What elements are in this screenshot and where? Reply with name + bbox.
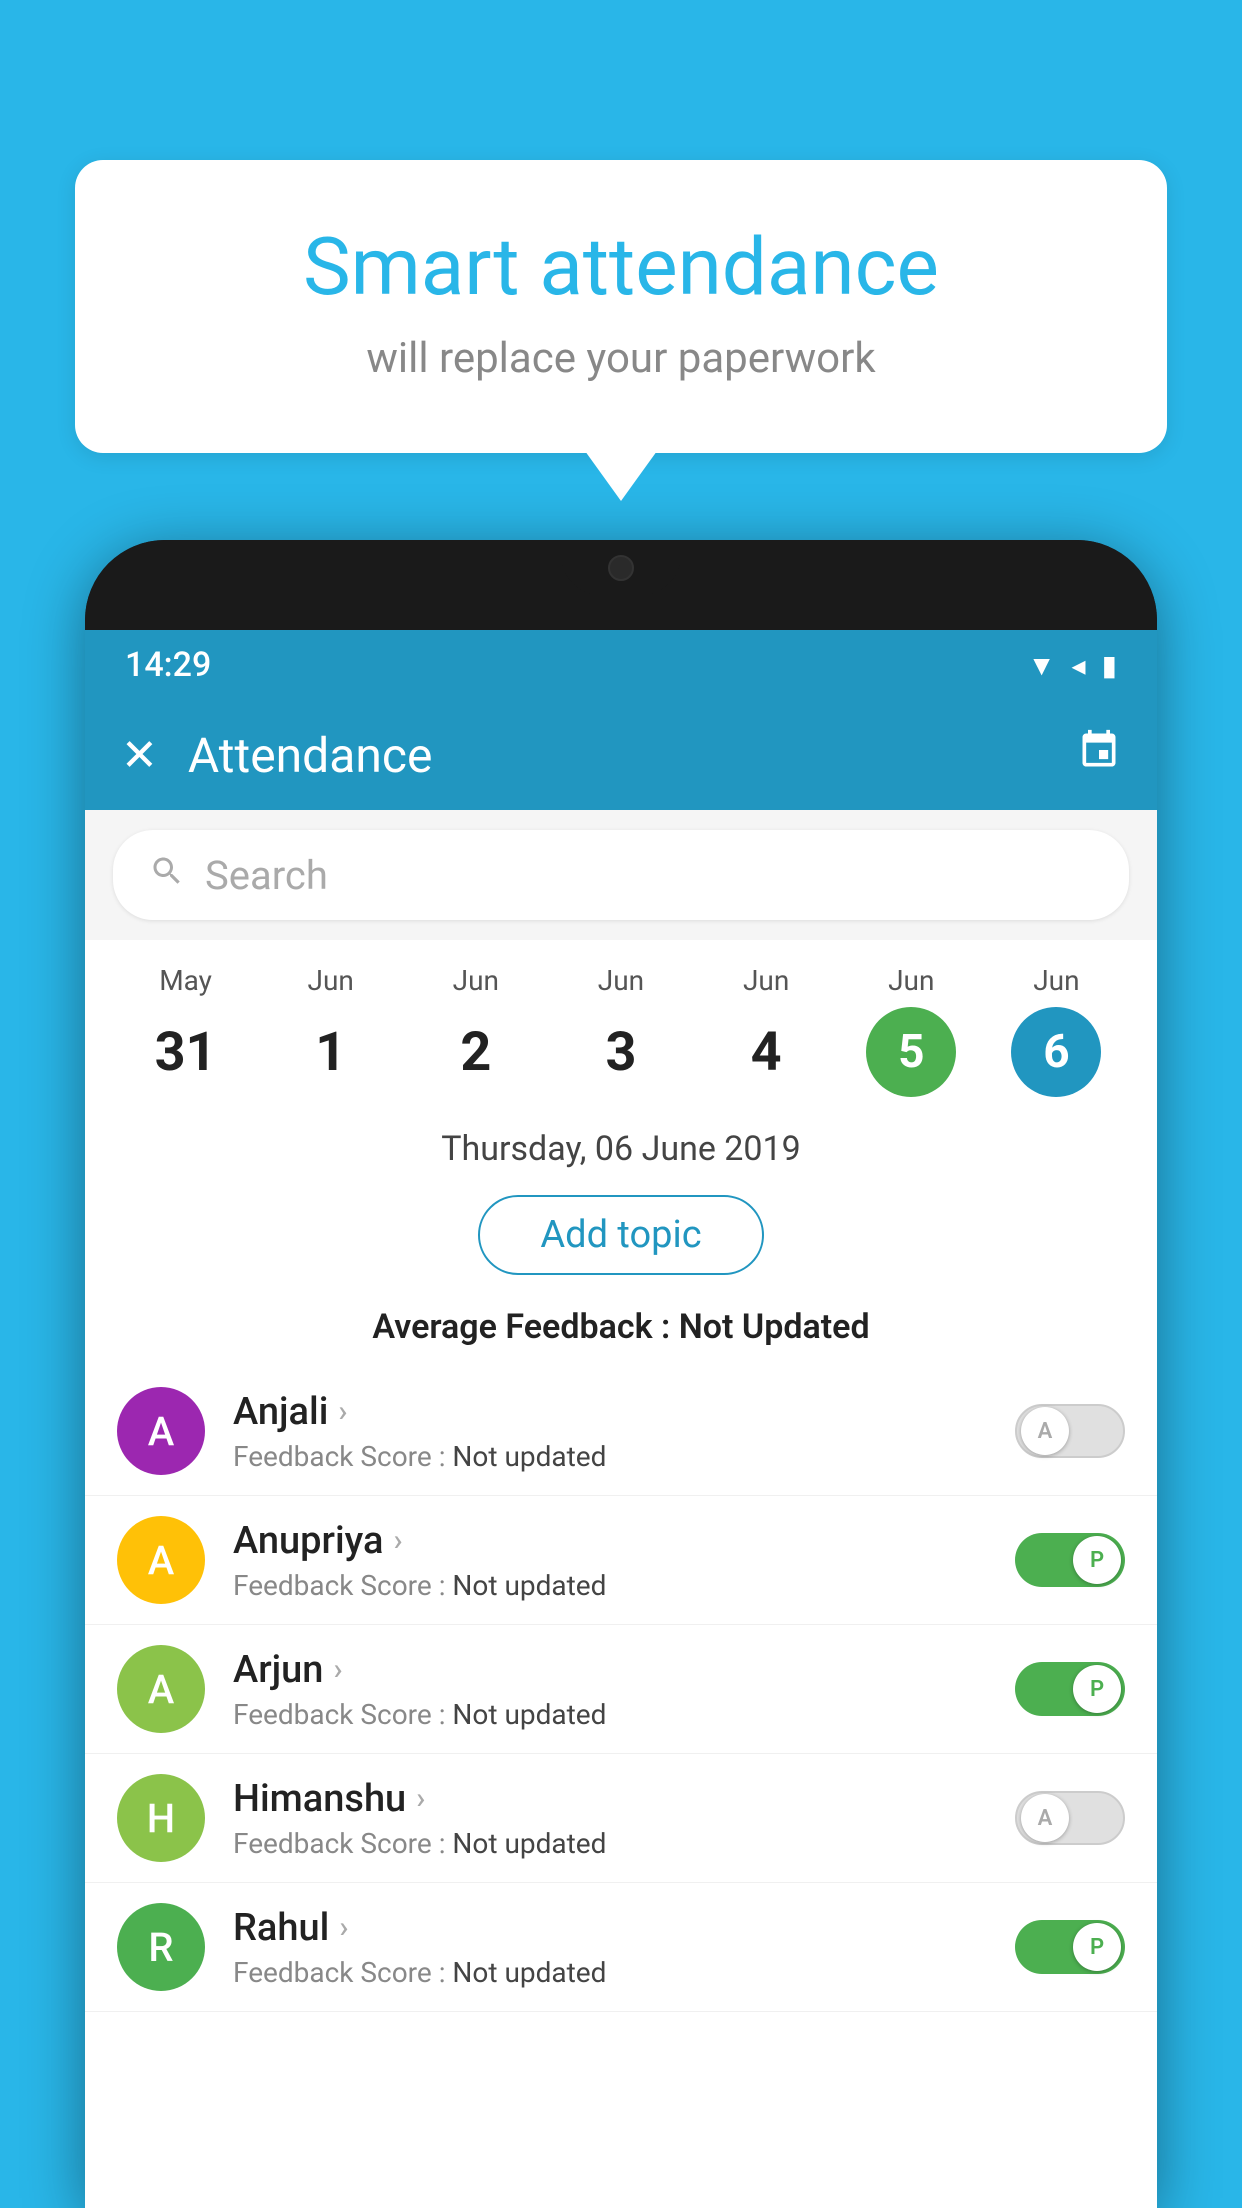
student-name: Rahul › <box>233 1906 987 1950</box>
avatar: A <box>117 1387 205 1475</box>
feedback-score: Feedback Score : Not updated <box>233 1956 987 1989</box>
toggle-container[interactable]: A <box>1015 1404 1125 1458</box>
day-month-label: Jun <box>453 964 499 997</box>
bubble-subtitle: will replace your paperwork <box>155 334 1087 383</box>
avatar: R <box>117 1903 205 1991</box>
day-month-label: Jun <box>888 964 934 997</box>
calendar-day[interactable]: Jun 1 <box>271 964 391 1097</box>
attendance-toggle[interactable]: P <box>1015 1920 1125 1974</box>
status-icons: ▼ ◂ ▮ <box>1028 649 1117 682</box>
avatar: A <box>117 1516 205 1604</box>
student-name: Anjali › <box>233 1390 987 1434</box>
student-name: Himanshu › <box>233 1777 987 1821</box>
phone-frame: 14:29 ▼ ◂ ▮ ✕ Attendance <box>85 540 1157 2208</box>
calendar-day[interactable]: Jun 3 <box>561 964 681 1097</box>
phone-notch <box>561 540 681 595</box>
day-number: 5 <box>866 1007 956 1097</box>
day-month-label: Jun <box>743 964 789 997</box>
phone-notch-area <box>85 540 1157 630</box>
student-name: Anupriya › <box>233 1519 987 1563</box>
toggle-container[interactable]: P <box>1015 1920 1125 1974</box>
toggle-thumb: P <box>1073 1665 1121 1713</box>
search-placeholder: Search <box>205 852 328 899</box>
calendar-day[interactable]: Jun 6 <box>996 964 1116 1097</box>
app-content: ✕ Attendance Search May 31 Jun 1 Jun 2 Jun 3 Jun <box>85 700 1157 2208</box>
student-item[interactable]: A Anjali › Feedback Score : Not updated A <box>85 1367 1157 1496</box>
calendar-icon[interactable] <box>1077 728 1121 783</box>
avg-feedback: Average Feedback : Not Updated <box>85 1297 1157 1367</box>
close-button[interactable]: ✕ <box>121 729 158 781</box>
day-number: 3 <box>576 1007 666 1097</box>
calendar-day[interactable]: May 31 <box>126 964 246 1097</box>
battery-icon: ▮ <box>1102 649 1117 682</box>
chevron-right-icon: › <box>339 1910 348 1945</box>
day-number: 31 <box>141 1007 231 1097</box>
feedback-score: Feedback Score : Not updated <box>233 1440 987 1473</box>
student-list: AAnjali ›Feedback Score : Not updatedAAA… <box>85 1367 1157 2012</box>
student-info: Anupriya › Feedback Score : Not updated <box>233 1519 987 1602</box>
day-month-label: Jun <box>598 964 644 997</box>
avatar: H <box>117 1774 205 1862</box>
search-box[interactable]: Search <box>113 830 1129 920</box>
calendar-day[interactable]: Jun 4 <box>706 964 826 1097</box>
add-topic-container: Add topic <box>85 1185 1157 1297</box>
search-container: Search <box>85 810 1157 940</box>
add-topic-button[interactable]: Add topic <box>478 1195 763 1275</box>
speech-bubble: Smart attendance will replace your paper… <box>75 160 1167 453</box>
toggle-container[interactable]: P <box>1015 1533 1125 1587</box>
day-number: 2 <box>431 1007 521 1097</box>
search-icon <box>149 853 185 898</box>
feedback-score: Feedback Score : Not updated <box>233 1827 987 1860</box>
attendance-toggle[interactable]: A <box>1015 1791 1125 1845</box>
calendar-strip: May 31 Jun 1 Jun 2 Jun 3 Jun 4 Jun 5 Jun 6 <box>85 940 1157 1109</box>
chevron-right-icon: › <box>416 1781 425 1816</box>
student-name: Arjun › <box>233 1648 987 1692</box>
feedback-score: Feedback Score : Not updated <box>233 1569 987 1602</box>
toggle-container[interactable]: P <box>1015 1662 1125 1716</box>
avatar: A <box>117 1645 205 1733</box>
chevron-right-icon: › <box>393 1523 402 1558</box>
app-bar-title: Attendance <box>188 727 1047 784</box>
student-item[interactable]: R Rahul › Feedback Score : Not updated P <box>85 1883 1157 2012</box>
attendance-toggle[interactable]: P <box>1015 1662 1125 1716</box>
student-item[interactable]: A Arjun › Feedback Score : Not updated P <box>85 1625 1157 1754</box>
toggle-thumb: A <box>1021 1407 1069 1455</box>
status-bar: 14:29 ▼ ◂ ▮ <box>85 630 1157 700</box>
student-item[interactable]: H Himanshu › Feedback Score : Not updated A <box>85 1754 1157 1883</box>
student-item[interactable]: A Anupriya › Feedback Score : Not updated P <box>85 1496 1157 1625</box>
toggle-thumb: P <box>1073 1536 1121 1584</box>
day-month-label: May <box>159 964 212 997</box>
chevron-right-icon: › <box>333 1652 342 1687</box>
wifi-icon: ▼ <box>1028 649 1056 682</box>
student-info: Arjun › Feedback Score : Not updated <box>233 1648 987 1731</box>
attendance-toggle[interactable]: P <box>1015 1533 1125 1587</box>
selected-date-label: Thursday, 06 June 2019 <box>85 1109 1157 1185</box>
day-month-label: Jun <box>308 964 354 997</box>
calendar-day[interactable]: Jun 2 <box>416 964 536 1097</box>
chevron-right-icon: › <box>338 1394 347 1429</box>
day-number: 4 <box>721 1007 811 1097</box>
camera <box>608 555 634 581</box>
signal-icon: ◂ <box>1072 649 1086 682</box>
student-info: Himanshu › Feedback Score : Not updated <box>233 1777 987 1860</box>
toggle-thumb: P <box>1073 1923 1121 1971</box>
app-bar: ✕ Attendance <box>85 700 1157 810</box>
bubble-title: Smart attendance <box>155 220 1087 314</box>
toggle-thumb: A <box>1021 1794 1069 1842</box>
day-number: 1 <box>286 1007 376 1097</box>
toggle-container[interactable]: A <box>1015 1791 1125 1845</box>
status-time: 14:29 <box>125 645 211 685</box>
student-info: Anjali › Feedback Score : Not updated <box>233 1390 987 1473</box>
attendance-toggle[interactable]: A <box>1015 1404 1125 1458</box>
feedback-score: Feedback Score : Not updated <box>233 1698 987 1731</box>
student-info: Rahul › Feedback Score : Not updated <box>233 1906 987 1989</box>
day-month-label: Jun <box>1033 964 1079 997</box>
day-number: 6 <box>1011 1007 1101 1097</box>
calendar-day[interactable]: Jun 5 <box>851 964 971 1097</box>
